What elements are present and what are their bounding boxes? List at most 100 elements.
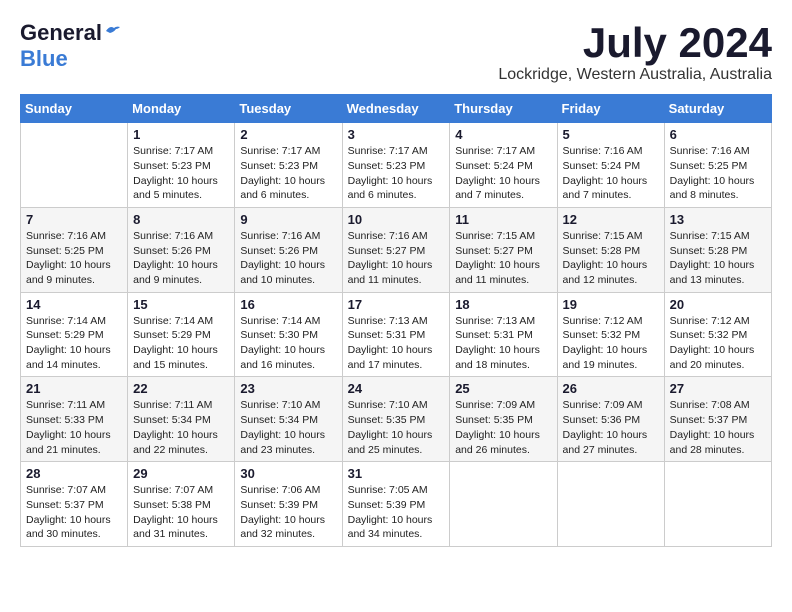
day-info: Sunrise: 7:07 AM Sunset: 5:37 PM Dayligh… (26, 483, 122, 542)
day-info: Sunrise: 7:05 AM Sunset: 5:39 PM Dayligh… (348, 483, 445, 542)
calendar-weekday-header: Thursday (450, 95, 557, 123)
day-number: 2 (240, 127, 336, 142)
day-info: Sunrise: 7:14 AM Sunset: 5:29 PM Dayligh… (133, 314, 229, 373)
day-number: 3 (348, 127, 445, 142)
calendar-cell (664, 462, 771, 547)
day-info: Sunrise: 7:16 AM Sunset: 5:27 PM Dayligh… (348, 229, 445, 288)
calendar-cell: 19 Sunrise: 7:12 AM Sunset: 5:32 PM Dayli… (557, 292, 664, 377)
day-info: Sunrise: 7:10 AM Sunset: 5:35 PM Dayligh… (348, 398, 445, 457)
day-info: Sunrise: 7:09 AM Sunset: 5:36 PM Dayligh… (563, 398, 659, 457)
day-info: Sunrise: 7:17 AM Sunset: 5:23 PM Dayligh… (133, 144, 229, 203)
logo-general: General (20, 20, 102, 46)
calendar-table: SundayMondayTuesdayWednesdayThursdayFrid… (20, 94, 772, 547)
calendar-week-row: 21Sunrise: 7:11 AM Sunset: 5:33 PM Dayli… (21, 377, 772, 462)
day-info: Sunrise: 7:10 AM Sunset: 5:34 PM Dayligh… (240, 398, 336, 457)
day-number: 7 (26, 212, 122, 227)
day-number: 10 (348, 212, 445, 227)
day-number: 20 (670, 297, 766, 312)
day-info: Sunrise: 7:15 AM Sunset: 5:28 PM Dayligh… (563, 229, 659, 288)
day-number: 22 (133, 381, 229, 396)
day-info: Sunrise: 7:12 AM Sunset: 5:32 PM Dayligh… (563, 314, 659, 373)
month-title: July 2024 (498, 20, 772, 66)
calendar-weekday-header: Tuesday (235, 95, 342, 123)
day-number: 9 (240, 212, 336, 227)
calendar-cell: 26Sunrise: 7:09 AM Sunset: 5:36 PM Dayli… (557, 377, 664, 462)
calendar-cell: 7 Sunrise: 7:16 AM Sunset: 5:25 PM Daylig… (21, 207, 128, 292)
calendar-cell: 25Sunrise: 7:09 AM Sunset: 5:35 PM Dayli… (450, 377, 557, 462)
day-info: Sunrise: 7:08 AM Sunset: 5:37 PM Dayligh… (670, 398, 766, 457)
calendar-week-row: 1 Sunrise: 7:17 AM Sunset: 5:23 PM Daylig… (21, 123, 772, 208)
day-number: 24 (348, 381, 445, 396)
calendar-cell: 20Sunrise: 7:12 AM Sunset: 5:32 PM Dayli… (664, 292, 771, 377)
location-title: Lockridge, Western Australia, Australia (498, 66, 772, 84)
day-number: 29 (133, 466, 229, 481)
calendar-week-row: 7 Sunrise: 7:16 AM Sunset: 5:25 PM Daylig… (21, 207, 772, 292)
calendar-weekday-header: Friday (557, 95, 664, 123)
day-number: 30 (240, 466, 336, 481)
day-number: 15 (133, 297, 229, 312)
calendar-cell: 30 Sunrise: 7:06 AM Sunset: 5:39 PM Dayli… (235, 462, 342, 547)
day-info: Sunrise: 7:14 AM Sunset: 5:30 PM Dayligh… (240, 314, 336, 373)
calendar-weekday-header: Saturday (664, 95, 771, 123)
day-number: 1 (133, 127, 229, 142)
calendar-cell: 28 Sunrise: 7:07 AM Sunset: 5:37 PM Dayli… (21, 462, 128, 547)
calendar-cell: 10 Sunrise: 7:16 AM Sunset: 5:27 PM Dayli… (342, 207, 450, 292)
logo-blue: Blue (20, 46, 68, 72)
calendar-cell: 12Sunrise: 7:15 AM Sunset: 5:28 PM Dayli… (557, 207, 664, 292)
day-info: Sunrise: 7:13 AM Sunset: 5:31 PM Dayligh… (455, 314, 551, 373)
day-number: 16 (240, 297, 336, 312)
title-area: July 2024 Lockridge, Western Australia, … (498, 20, 772, 84)
calendar-cell: 31 Sunrise: 7:05 AM Sunset: 5:39 PM Dayli… (342, 462, 450, 547)
calendar-cell (450, 462, 557, 547)
calendar-cell: 24 Sunrise: 7:10 AM Sunset: 5:35 PM Dayli… (342, 377, 450, 462)
calendar-cell: 16 Sunrise: 7:14 AM Sunset: 5:30 PM Dayli… (235, 292, 342, 377)
day-info: Sunrise: 7:17 AM Sunset: 5:24 PM Dayligh… (455, 144, 551, 203)
calendar-cell: 13 Sunrise: 7:15 AM Sunset: 5:28 PM Dayli… (664, 207, 771, 292)
calendar-cell: 3Sunrise: 7:17 AM Sunset: 5:23 PM Daylig… (342, 123, 450, 208)
day-info: Sunrise: 7:15 AM Sunset: 5:27 PM Dayligh… (455, 229, 551, 288)
day-info: Sunrise: 7:06 AM Sunset: 5:39 PM Dayligh… (240, 483, 336, 542)
day-number: 13 (670, 212, 766, 227)
day-info: Sunrise: 7:14 AM Sunset: 5:29 PM Dayligh… (26, 314, 122, 373)
logo-bird-icon (104, 23, 122, 39)
calendar-weekday-header: Monday (128, 95, 235, 123)
calendar-header-row: SundayMondayTuesdayWednesdayThursdayFrid… (21, 95, 772, 123)
day-info: Sunrise: 7:11 AM Sunset: 5:34 PM Dayligh… (133, 398, 229, 457)
day-number: 19 (563, 297, 659, 312)
day-number: 31 (348, 466, 445, 481)
calendar-cell: 17Sunrise: 7:13 AM Sunset: 5:31 PM Dayli… (342, 292, 450, 377)
day-number: 5 (563, 127, 659, 142)
day-number: 8 (133, 212, 229, 227)
day-info: Sunrise: 7:07 AM Sunset: 5:38 PM Dayligh… (133, 483, 229, 542)
day-info: Sunrise: 7:15 AM Sunset: 5:28 PM Dayligh… (670, 229, 766, 288)
day-info: Sunrise: 7:16 AM Sunset: 5:25 PM Dayligh… (26, 229, 122, 288)
calendar-cell: 9 Sunrise: 7:16 AM Sunset: 5:26 PM Daylig… (235, 207, 342, 292)
day-number: 18 (455, 297, 551, 312)
calendar-cell: 11 Sunrise: 7:15 AM Sunset: 5:27 PM Dayli… (450, 207, 557, 292)
calendar-cell: 5Sunrise: 7:16 AM Sunset: 5:24 PM Daylig… (557, 123, 664, 208)
day-info: Sunrise: 7:16 AM Sunset: 5:26 PM Dayligh… (240, 229, 336, 288)
calendar-weekday-header: Wednesday (342, 95, 450, 123)
day-number: 27 (670, 381, 766, 396)
calendar-cell: 4Sunrise: 7:17 AM Sunset: 5:24 PM Daylig… (450, 123, 557, 208)
logo: General Blue (20, 20, 122, 72)
calendar-week-row: 28 Sunrise: 7:07 AM Sunset: 5:37 PM Dayli… (21, 462, 772, 547)
calendar-cell: 8Sunrise: 7:16 AM Sunset: 5:26 PM Daylig… (128, 207, 235, 292)
day-number: 23 (240, 381, 336, 396)
calendar-cell: 21Sunrise: 7:11 AM Sunset: 5:33 PM Dayli… (21, 377, 128, 462)
day-info: Sunrise: 7:16 AM Sunset: 5:25 PM Dayligh… (670, 144, 766, 203)
calendar-cell: 2Sunrise: 7:17 AM Sunset: 5:23 PM Daylig… (235, 123, 342, 208)
day-number: 28 (26, 466, 122, 481)
day-number: 11 (455, 212, 551, 227)
day-number: 21 (26, 381, 122, 396)
day-info: Sunrise: 7:13 AM Sunset: 5:31 PM Dayligh… (348, 314, 445, 373)
calendar-cell: 29 Sunrise: 7:07 AM Sunset: 5:38 PM Dayli… (128, 462, 235, 547)
calendar-cell: 22 Sunrise: 7:11 AM Sunset: 5:34 PM Dayli… (128, 377, 235, 462)
calendar-week-row: 14Sunrise: 7:14 AM Sunset: 5:29 PM Dayli… (21, 292, 772, 377)
calendar-cell: 15 Sunrise: 7:14 AM Sunset: 5:29 PM Dayli… (128, 292, 235, 377)
calendar-cell (21, 123, 128, 208)
calendar-cell: 27 Sunrise: 7:08 AM Sunset: 5:37 PM Dayli… (664, 377, 771, 462)
page-header: General Blue July 2024 Lockridge, Wester… (20, 20, 772, 84)
calendar-cell (557, 462, 664, 547)
day-info: Sunrise: 7:09 AM Sunset: 5:35 PM Dayligh… (455, 398, 551, 457)
